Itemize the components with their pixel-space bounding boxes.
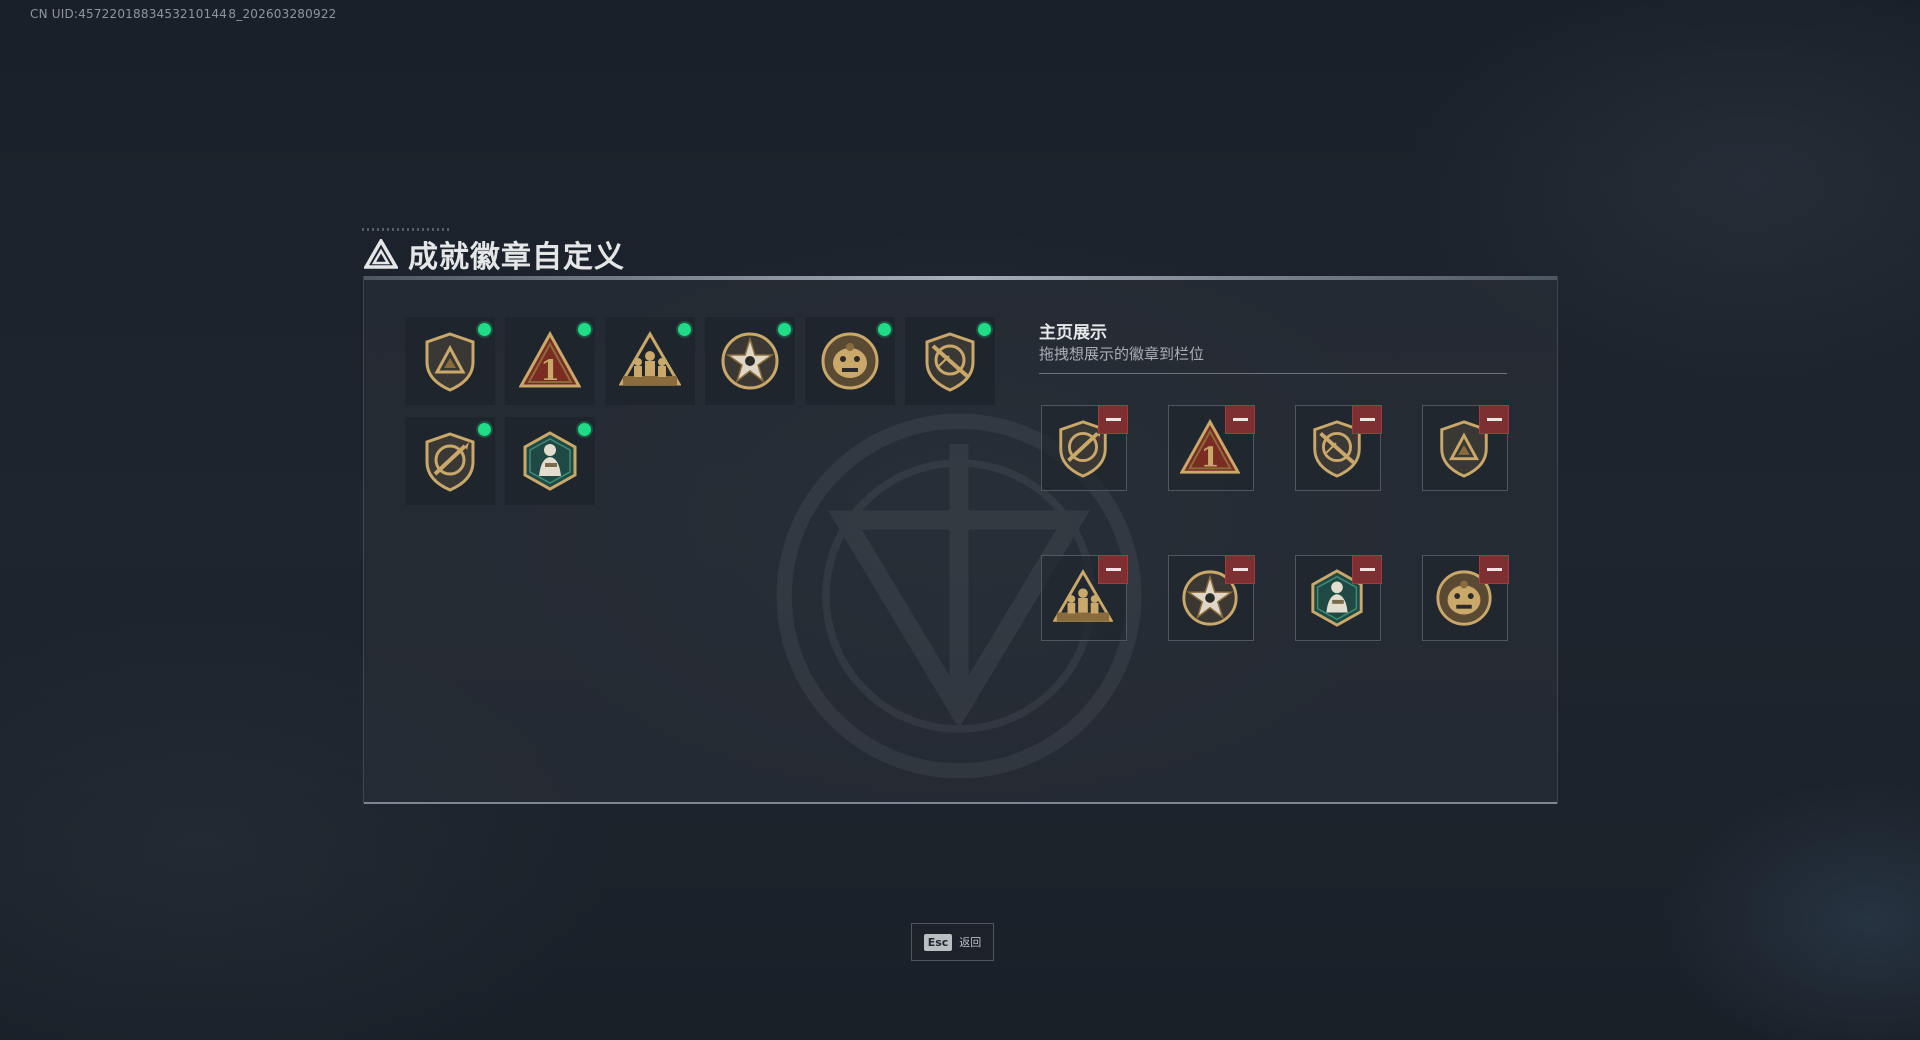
inventory-badge-slot[interactable]	[405, 317, 495, 405]
inventory-badge-slot[interactable]	[505, 417, 595, 505]
showcase-subtitle: 拖拽想展示的徽章到栏位	[1039, 345, 1205, 363]
remove-badge-button[interactable]	[1098, 555, 1128, 584]
inventory-badge-slot[interactable]	[705, 317, 795, 405]
title-decoration	[362, 228, 452, 231]
showcase-title: 主页展示	[1039, 323, 1107, 343]
inventory-badge-slot[interactable]	[405, 417, 495, 505]
showcase-badge-slot[interactable]	[1168, 555, 1255, 641]
showcase-divider	[1039, 373, 1507, 374]
badge-panel: 1 主页展示 拖拽想展示的徽章到栏位 1	[363, 276, 1558, 804]
showcase-badge-slot[interactable]	[1422, 555, 1509, 641]
showcase-badge-slot[interactable]	[1041, 405, 1128, 491]
brute-face-badge-icon	[821, 332, 879, 390]
equipped-indicator	[878, 323, 891, 336]
equipped-indicator	[678, 323, 691, 336]
remove-badge-button[interactable]	[1098, 405, 1128, 434]
showcase-badge-slot[interactable]	[1422, 405, 1509, 491]
equipped-indicator	[578, 423, 591, 436]
badge-customization-screen: CN UID:4572201883453210144 8_20260328092…	[0, 0, 1920, 1040]
showcase-badge-slot[interactable]	[1295, 405, 1382, 491]
triangle-logo-icon	[364, 239, 398, 269]
remove-badge-button[interactable]	[1352, 555, 1382, 584]
remove-badge-button[interactable]	[1225, 555, 1255, 584]
svg-text:1: 1	[540, 354, 559, 387]
svg-text:1: 1	[1201, 442, 1220, 473]
equipped-indicator	[778, 323, 791, 336]
shield-crossed-knife-badge-icon	[425, 432, 475, 492]
equipped-indicator	[978, 323, 991, 336]
showcase-badge-slot[interactable]: 1	[1168, 405, 1255, 491]
panel-bottom-line	[364, 802, 1557, 804]
remove-badge-button[interactable]	[1479, 555, 1509, 584]
uid-label: CN UID:4572201883453210144 8_20260328092…	[30, 7, 337, 21]
showcase-badge-slot[interactable]	[1295, 555, 1382, 641]
equipped-indicator	[578, 323, 591, 336]
panel-top-bar	[364, 276, 1557, 280]
inventory-badge-slot[interactable]	[905, 317, 995, 405]
star-medal-badge-icon	[721, 332, 779, 390]
inventory-badge-slot[interactable]: 1	[505, 317, 595, 405]
inventory-badge-slot[interactable]	[605, 317, 695, 405]
triangle-number-one-badge-icon: 1	[519, 330, 581, 388]
remove-badge-button[interactable]	[1479, 405, 1509, 434]
back-button[interactable]: Esc 返回	[911, 923, 994, 961]
inventory-badge-slot[interactable]	[805, 317, 895, 405]
hexagon-soldier-badge-icon	[523, 431, 577, 491]
esc-key-hint: Esc	[923, 933, 953, 951]
page-header: 成就徽章自定义	[364, 232, 625, 276]
equipped-indicator	[478, 423, 491, 436]
remove-badge-button[interactable]	[1225, 405, 1255, 434]
back-label: 返回	[959, 936, 982, 949]
squad-triangle-badge-icon	[619, 331, 681, 386]
shield-crossed-rifle-badge-icon	[925, 332, 975, 392]
showcase-badge-slot[interactable]	[1041, 555, 1128, 641]
shield-triangle-badge-icon	[425, 332, 475, 392]
page-title: 成就徽章自定义	[408, 240, 625, 275]
remove-badge-button[interactable]	[1352, 405, 1382, 434]
equipped-indicator	[478, 323, 491, 336]
